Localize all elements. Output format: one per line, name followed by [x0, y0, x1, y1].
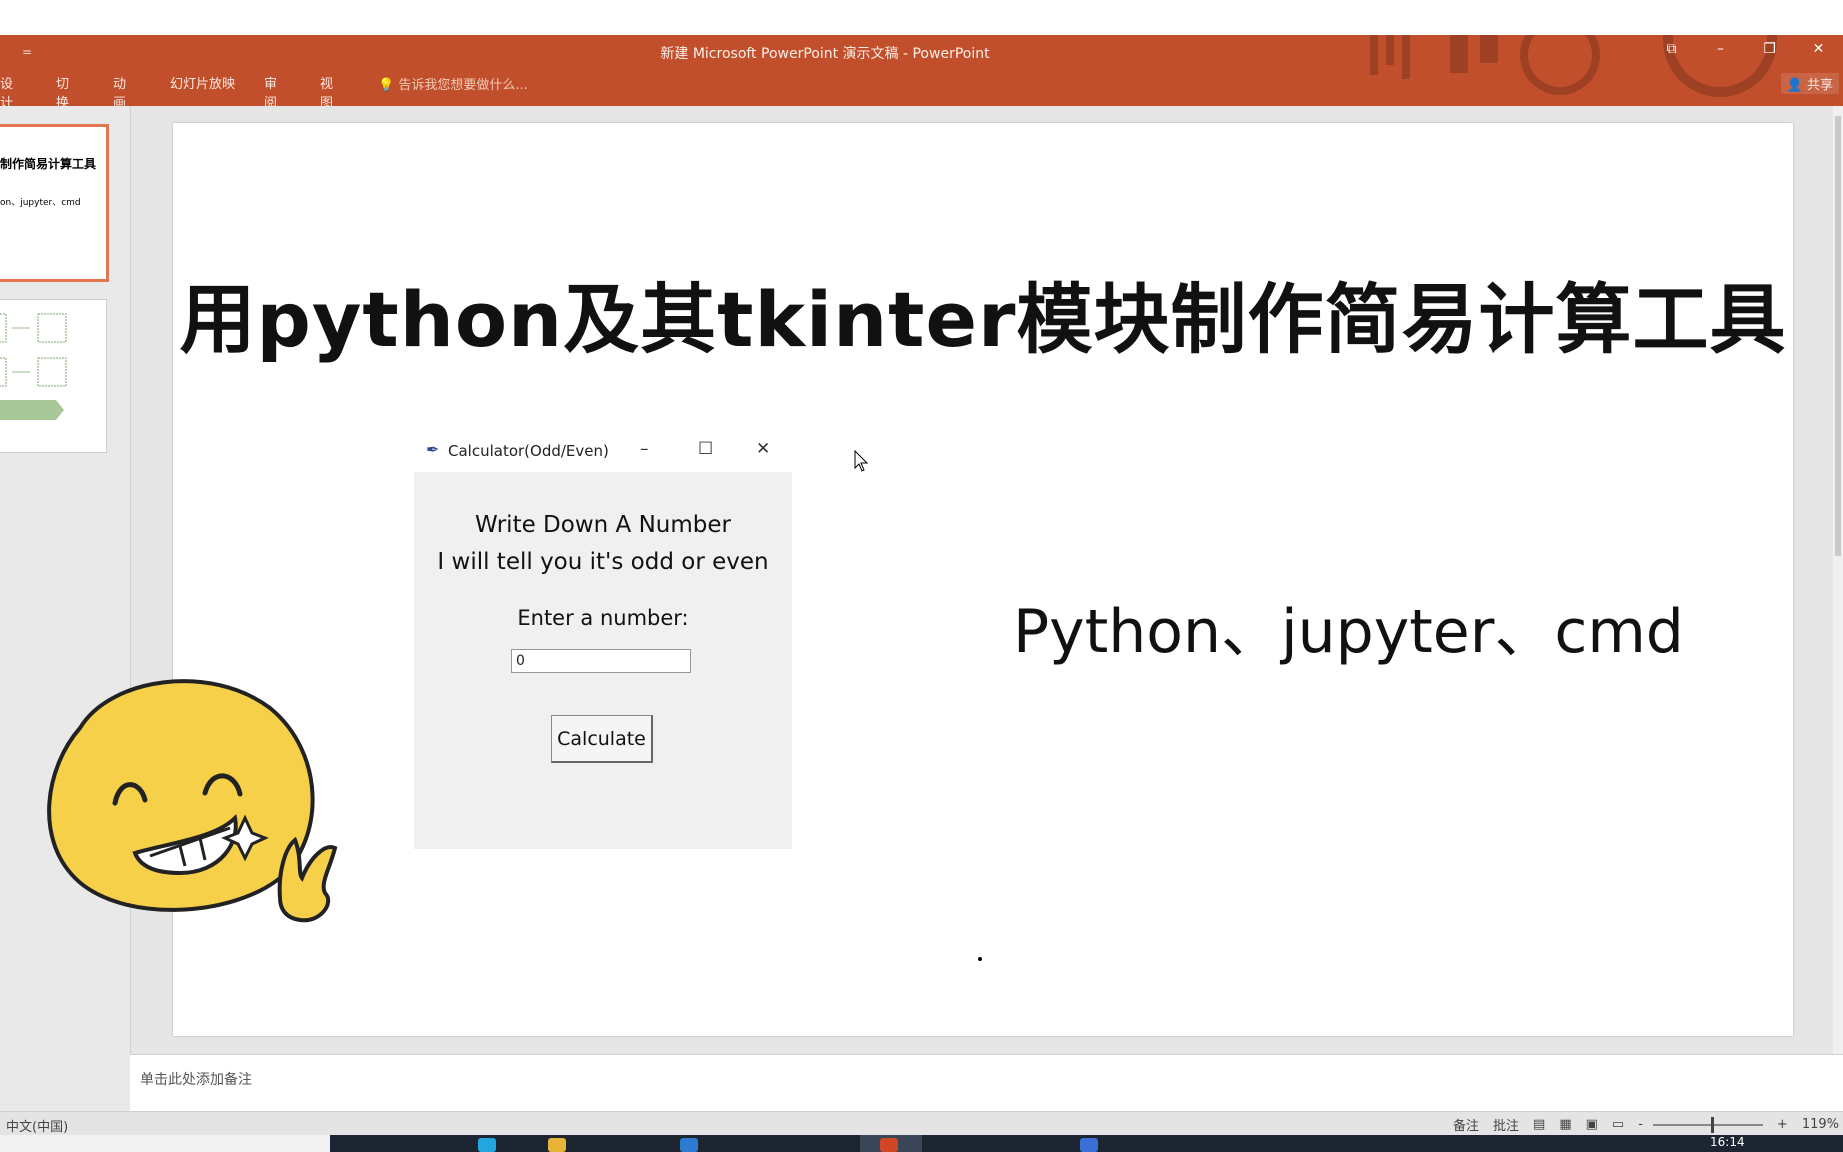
tab-design[interactable]: 设计 — [0, 73, 13, 106]
tell-me-text: 告诉我您想要做什么... — [398, 78, 528, 93]
slide-title[interactable]: 用python及其tkinter模块制作简易计算工具 — [173, 258, 1793, 368]
slide-sorter-icon[interactable]: ▦ — [1559, 1117, 1571, 1132]
tab-transitions[interactable]: 切换 — [56, 73, 69, 106]
minimize-icon[interactable]: – — [1696, 41, 1745, 63]
window-title: 新建 Microsoft PowerPoint 演示文稿 - PowerPoin… — [660, 46, 990, 62]
tk-titlebar: ✒ Calculator(Odd/Even) – ☐ ✕ — [414, 430, 792, 472]
thumbnail-flowchart — [0, 313, 67, 420]
tab-animations[interactable]: 动画 — [113, 73, 126, 106]
zoom-slider[interactable] — [1652, 1116, 1763, 1133]
tk-prompt-label: Enter a number: — [517, 606, 689, 630]
scrollbar-thumb[interactable] — [1835, 116, 1841, 556]
status-right-group: 备注 批注 ▤ ▦ ▣ ▭ - + 119% — [1439, 1115, 1839, 1134]
tell-me-search[interactable]: 💡 告诉我您想要做什么... — [378, 74, 528, 93]
taskbar-clock[interactable]: 16:14 — [1710, 1135, 1745, 1149]
tk-window-title: Calculator(Odd/Even) — [448, 442, 609, 460]
window-controls: ⧉ – ❐ ✕ — [1647, 41, 1843, 63]
zoom-out-button[interactable]: - — [1638, 1117, 1643, 1132]
tab-review[interactable]: 审阅 — [264, 73, 277, 106]
slide-subtitle[interactable]: Python、jupyter、cmd — [1013, 583, 1684, 670]
tk-close-icon[interactable]: ✕ — [756, 439, 770, 459]
slideshow-view-icon[interactable]: ▭ — [1612, 1117, 1624, 1132]
tk-heading-line1: Write Down A Number — [475, 512, 731, 538]
comments-toggle-button[interactable]: 批注 — [1493, 1115, 1519, 1134]
windows-taskbar: 16:14 — [0, 1135, 1843, 1152]
zoom-slider-handle[interactable] — [1710, 1116, 1714, 1133]
slide-thumbnail-1[interactable]: 制作简易计算工具 on、jupyter、cmd — [0, 124, 109, 282]
zoom-in-button[interactable]: + — [1777, 1117, 1788, 1132]
number-input[interactable]: 0 — [511, 649, 691, 673]
language-indicator[interactable]: 中文(中国) — [6, 1116, 68, 1135]
slide-thumbnail-2[interactable] — [0, 299, 107, 453]
tk-heading-line2: I will tell you it's odd or even — [437, 549, 769, 575]
tk-body: Write Down A Number I will tell you it's… — [414, 472, 792, 849]
powerpoint-titlebar: = 新建 Microsoft PowerPoint 演示文稿 - PowerPo… — [0, 35, 1843, 106]
tk-calculator-window: ✒ Calculator(Odd/Even) – ☐ ✕ Write Down … — [414, 430, 792, 849]
notes-placeholder: 单击此处添加备注 — [140, 1072, 252, 1088]
edge-app-icon[interactable] — [478, 1138, 496, 1152]
thumbnail-subtitle: on、jupyter、cmd — [0, 198, 81, 208]
thumbnail-title: 制作简易计算工具 — [0, 157, 97, 171]
mouse-cursor-icon — [854, 450, 869, 472]
ribbon-display-options-icon[interactable]: ⧉ — [1647, 41, 1696, 63]
close-icon[interactable]: ✕ — [1794, 41, 1843, 63]
feather-icon: ✒ — [426, 440, 440, 459]
status-bar: 中文(中国) 备注 批注 ▤ ▦ ▣ ▭ - + 119% — [0, 1111, 1843, 1136]
tk-maximize-icon[interactable]: ☐ — [698, 439, 713, 459]
stray-dot — [978, 957, 982, 961]
reading-view-icon[interactable]: ▣ — [1586, 1117, 1598, 1132]
app-icon[interactable] — [680, 1138, 698, 1152]
calculate-button[interactable]: Calculate — [551, 715, 653, 763]
notes-pane[interactable]: 单击此处添加备注 — [130, 1054, 1843, 1112]
tk-minimize-icon[interactable]: – — [640, 439, 649, 459]
editor-workarea: 制作简易计算工具 on、jupyter、cmd 用python及其tkinter… — [0, 106, 1843, 1112]
slide-thumbnail-pane: 制作简易计算工具 on、jupyter、cmd — [0, 106, 131, 1111]
top-strip — [0, 0, 1843, 35]
person-icon: 👤 — [1786, 78, 1803, 93]
lightbulb-icon: 💡 — [378, 78, 395, 93]
vertical-scrollbar[interactable] — [1833, 106, 1843, 1111]
zoom-level[interactable]: 119% — [1802, 1117, 1839, 1132]
share-label: 共享 — [1806, 78, 1833, 93]
share-button[interactable]: 👤 共享 — [1780, 73, 1839, 94]
restore-icon[interactable]: ❐ — [1745, 41, 1794, 63]
notes-toggle-button[interactable]: 备注 — [1453, 1115, 1479, 1134]
tab-view[interactable]: 视图 — [320, 73, 333, 106]
tab-slideshow[interactable]: 幻灯片放映 — [170, 73, 235, 92]
app-icon-2[interactable] — [1080, 1138, 1098, 1152]
file-explorer-icon[interactable] — [548, 1138, 566, 1152]
powerpoint-app-icon[interactable] — [880, 1138, 898, 1152]
smiley-sticker — [47, 679, 338, 923]
normal-view-icon[interactable]: ▤ — [1533, 1117, 1545, 1132]
